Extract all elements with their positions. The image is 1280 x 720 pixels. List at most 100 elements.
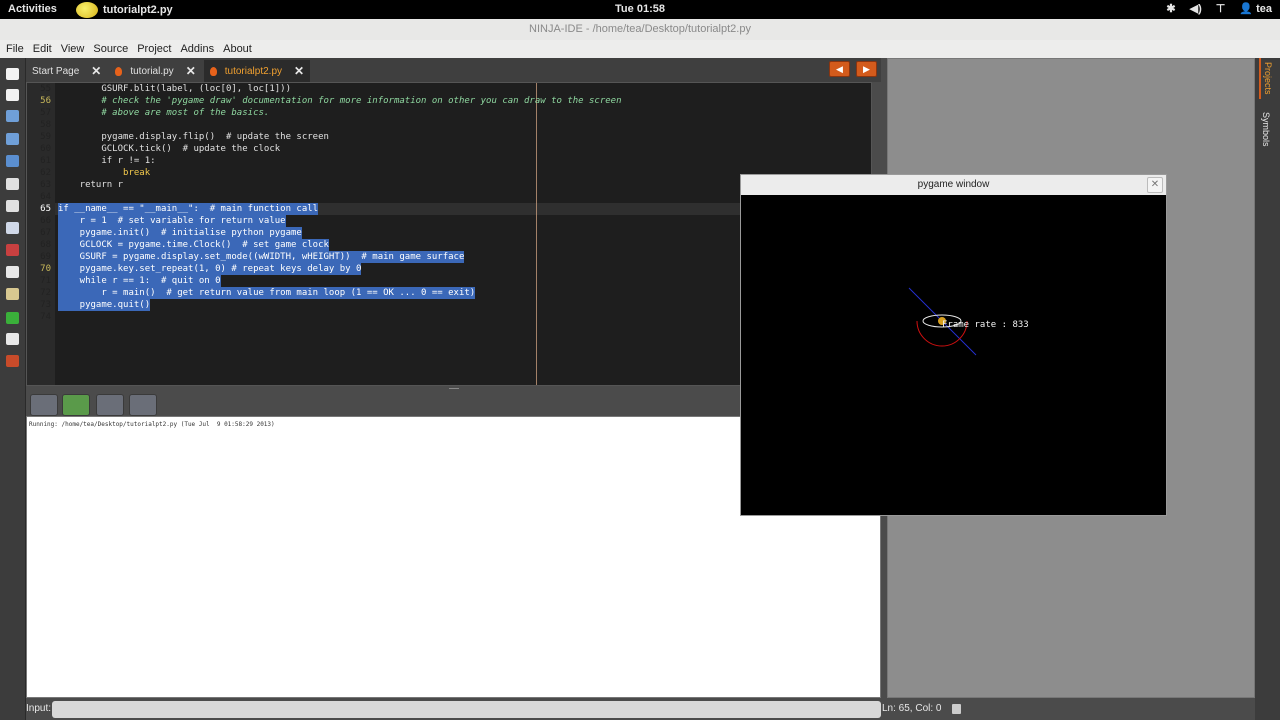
gnome-top-bar: Activities tutorialpt2.py Tue 01:58 ✱ ◀)… — [0, 0, 1280, 19]
line-number: 65 — [40, 204, 51, 214]
python-file-icon — [115, 66, 123, 76]
console-icon[interactable] — [30, 394, 58, 416]
copy-icon[interactable] — [6, 222, 19, 234]
run-icon[interactable] — [6, 312, 19, 324]
code-line-selected[interactable]: GSURF = pygame.display.set_mode((wWIDTH,… — [58, 251, 465, 263]
menu-edit[interactable]: Edit — [33, 43, 52, 55]
code-line-selected[interactable]: pygame.quit() — [58, 299, 151, 311]
paste-icon[interactable] — [6, 266, 19, 278]
split-vertical-icon[interactable] — [6, 200, 19, 212]
search-results-icon[interactable] — [129, 394, 157, 416]
line-number: 74 — [40, 312, 51, 322]
menu-about[interactable]: About — [223, 43, 252, 55]
code-line[interactable]: return r — [58, 179, 123, 191]
line-number: 64 — [40, 192, 51, 202]
cursor-position: Ln: 65, Col: 0 — [882, 703, 942, 714]
menu-file[interactable]: File — [6, 43, 24, 55]
close-icon[interactable]: ✕ — [294, 64, 304, 78]
code-line-selected[interactable]: while r == 1: # quit on 0 — [58, 275, 221, 287]
split-horizontal-icon[interactable] — [6, 178, 19, 190]
user-name: tea — [1256, 3, 1272, 15]
line-number: 56 — [40, 96, 51, 106]
code-line-selected[interactable]: pygame.key.set_repeat(1, 0) # repeat key… — [58, 263, 362, 275]
stop-icon[interactable] — [6, 355, 19, 367]
code-line-selected[interactable]: pygame.init() # initialise python pygame — [58, 227, 302, 239]
frame-rate-label: Frame rate : 833 — [942, 320, 1029, 330]
console-input-field[interactable] — [52, 701, 881, 718]
code-line[interactable]: # above are most of the basics. — [58, 107, 269, 119]
line-number: 60 — [40, 144, 51, 154]
code-line-selected[interactable]: GCLOCK = pygame.time.Clock() # set game … — [58, 239, 329, 251]
run-file-icon[interactable] — [6, 333, 19, 345]
cut-icon[interactable] — [6, 244, 19, 256]
tab-projects[interactable]: Projects — [1259, 58, 1275, 99]
file-status-icon — [952, 704, 961, 714]
tab-label: tutorialpt2.py — [224, 65, 283, 77]
navigate-forward-icon[interactable]: ▶ — [856, 61, 877, 77]
pygame-window-title: pygame window — [741, 175, 1166, 195]
volume-icon[interactable]: ◀) — [1190, 2, 1202, 15]
line-number: 55 — [40, 84, 51, 94]
input-label: Input: — [26, 703, 52, 714]
open-file-icon[interactable] — [6, 110, 19, 122]
bluetooth-icon[interactable]: ✱ — [1166, 2, 1175, 15]
run-output-icon[interactable] — [62, 394, 90, 416]
menu-view[interactable]: View — [61, 43, 85, 55]
line-number: 57 — [40, 108, 51, 118]
menu-project[interactable]: Project — [137, 43, 171, 55]
save-icon[interactable] — [6, 155, 19, 167]
tab-start-page[interactable]: Start Page ✕ — [26, 60, 107, 82]
line-number: 70 — [40, 264, 51, 274]
web-preview-icon[interactable] — [96, 394, 124, 416]
window-title: NINJA-IDE - /home/tea/Desktop/tutorialpt… — [0, 19, 1280, 41]
new-file-icon[interactable] — [6, 68, 19, 80]
tab-label: Start Page — [32, 65, 80, 77]
close-icon[interactable]: ✕ — [1147, 177, 1163, 193]
line-number: 58 — [40, 120, 51, 130]
clock[interactable]: Tue 01:58 — [0, 3, 1280, 15]
side-tab-bar: Projects Symbols — [1255, 58, 1280, 720]
open-project-icon[interactable] — [6, 133, 19, 145]
line-number: 59 — [40, 132, 51, 142]
tab-symbols[interactable]: Symbols — [1259, 108, 1273, 151]
menu-source[interactable]: Source — [93, 43, 128, 55]
network-icon[interactable]: ⊤ — [1216, 2, 1226, 15]
code-line-selected[interactable]: r = main() # get return value from main … — [58, 287, 476, 299]
line-number: 68 — [40, 240, 51, 250]
python-file-icon — [209, 66, 217, 76]
app-menu[interactable]: tutorialpt2.py — [76, 0, 173, 19]
line-number: 61 — [40, 156, 51, 166]
console-output-text: Running: /home/tea/Desktop/tutorialpt2.p… — [29, 421, 275, 428]
clipboard-icon[interactable] — [6, 288, 19, 300]
line-number: 71 — [40, 276, 51, 286]
tab-label: tutorial.py — [130, 65, 174, 77]
tab-bar: Start Page ✕ tutorial.py ✕ tutorialpt2.p… — [26, 58, 881, 82]
system-tray: ✱ ◀) ⊤ 👤 tea — [1166, 2, 1272, 15]
pygame-canvas — [908, 287, 977, 356]
tab-tutorial[interactable]: tutorial.py ✕ — [109, 60, 201, 82]
line-number: 69 — [40, 252, 51, 262]
tab-tutorialpt2[interactable]: tutorialpt2.py ✕ — [203, 60, 311, 82]
code-line[interactable]: break — [58, 167, 150, 179]
navigate-back-icon[interactable]: ◀ — [829, 61, 850, 77]
code-line[interactable]: GSURF.blit(label, (loc[0], loc[1])) — [58, 83, 291, 95]
menu-addins[interactable]: Addins — [180, 43, 214, 55]
close-icon[interactable]: ✕ — [91, 64, 101, 78]
line-number: 63 — [40, 180, 51, 190]
close-icon[interactable]: ✕ — [186, 64, 196, 78]
new-project-icon[interactable] — [6, 89, 19, 101]
activities-button[interactable]: Activities — [8, 3, 57, 15]
code-line[interactable]: # check the 'pygame draw' documentation … — [58, 95, 621, 107]
code-line[interactable]: GCLOCK.tick() # update the clock — [58, 143, 280, 155]
margin-line — [536, 83, 537, 385]
user-menu[interactable]: 👤 tea — [1239, 2, 1272, 15]
code-line-selected[interactable]: r = 1 # set variable for return value — [58, 215, 286, 227]
code-line[interactable]: if r != 1: — [58, 155, 155, 167]
line-number: 67 — [40, 228, 51, 238]
app-name: tutorialpt2.py — [103, 3, 173, 16]
line-number: 73 — [40, 300, 51, 310]
line-number: 72 — [40, 288, 51, 298]
code-line-selected[interactable]: if __name__ == "__main__": # main functi… — [58, 203, 319, 215]
pygame-window[interactable]: pygame window ✕ Frame rate : 833 — [740, 174, 1167, 516]
code-line[interactable]: pygame.display.flip() # update the scree… — [58, 131, 329, 143]
